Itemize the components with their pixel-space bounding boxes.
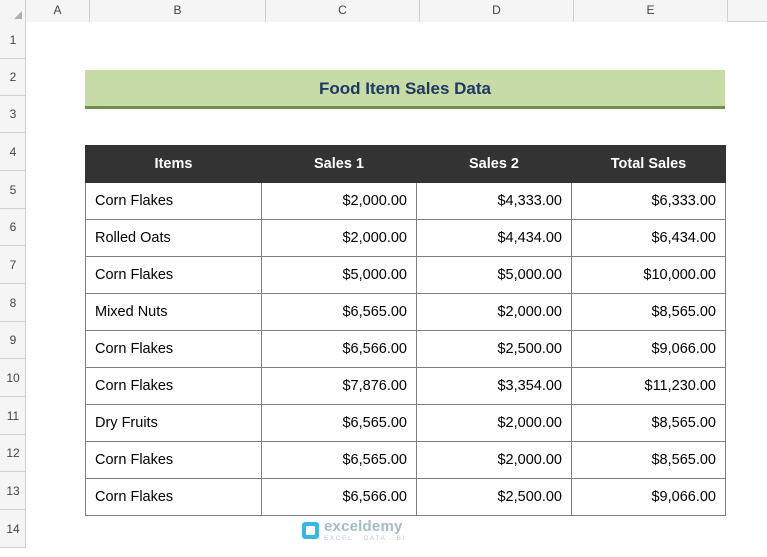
cell-sales1[interactable]: $6,566.00 <box>261 330 417 368</box>
cell-sales2[interactable]: $4,333.00 <box>416 182 572 220</box>
cell-item[interactable]: Dry Fruits <box>85 404 262 442</box>
cell-sales2[interactable]: $4,434.00 <box>416 219 572 257</box>
watermark-text: exceldemy <box>324 518 403 535</box>
table-row[interactable]: Corn Flakes $2,000.00 $4,333.00 $6,333.0… <box>85 182 726 220</box>
cell-total[interactable]: $8,565.00 <box>571 441 726 479</box>
column-header-b[interactable]: B <box>90 0 266 22</box>
cell-sales2[interactable]: $2,000.00 <box>416 293 572 331</box>
cell-sales2[interactable]: $5,000.00 <box>416 256 572 294</box>
cell-total[interactable]: $9,066.00 <box>571 478 726 516</box>
cell-sales1[interactable]: $6,565.00 <box>261 293 417 331</box>
row-header-8[interactable]: 8 <box>0 284 26 322</box>
sales-data-table: Items Sales 1 Sales 2 Total Sales Corn F… <box>85 145 726 516</box>
column-header-d[interactable]: D <box>420 0 574 22</box>
row-header-11[interactable]: 11 <box>0 397 26 435</box>
cell-sales1[interactable]: $7,876.00 <box>261 367 417 405</box>
row-header-13[interactable]: 13 <box>0 472 26 510</box>
table-row[interactable]: Corn Flakes $5,000.00 $5,000.00 $10,000.… <box>85 256 726 294</box>
cell-total[interactable]: $8,565.00 <box>571 293 726 331</box>
title-banner: Food Item Sales Data <box>85 70 725 109</box>
row-header-10[interactable]: 10 <box>0 359 26 397</box>
cell-item[interactable]: Mixed Nuts <box>85 293 262 331</box>
row-header-12[interactable]: 12 <box>0 435 26 472</box>
exceldemy-watermark: exceldemy EXCEL · DATA · BI <box>302 519 406 543</box>
select-all-button[interactable] <box>0 0 26 22</box>
cell-item[interactable]: Corn Flakes <box>85 256 262 294</box>
table-row[interactable]: Mixed Nuts $6,565.00 $2,000.00 $8,565.00 <box>85 293 726 331</box>
column-header-sales-1: Sales 1 <box>261 145 417 183</box>
cell-total[interactable]: $11,230.00 <box>571 367 726 405</box>
row-header-3[interactable]: 3 <box>0 96 26 133</box>
column-header-total-sales: Total Sales <box>571 145 726 183</box>
table-row[interactable]: Corn Flakes $6,566.00 $2,500.00 $9,066.0… <box>85 330 726 368</box>
column-header-row: A B C D E <box>0 0 767 22</box>
cell-total[interactable]: $6,333.00 <box>571 182 726 220</box>
cell-sales1[interactable]: $6,565.00 <box>261 441 417 479</box>
cell-item[interactable]: Corn Flakes <box>85 441 262 479</box>
cell-sales1[interactable]: $5,000.00 <box>261 256 417 294</box>
row-header-1[interactable]: 1 <box>0 22 26 59</box>
cell-sales2[interactable]: $2,000.00 <box>416 404 572 442</box>
cell-item[interactable]: Corn Flakes <box>85 182 262 220</box>
select-all-triangle-icon <box>14 11 22 19</box>
cell-total[interactable]: $8,565.00 <box>571 404 726 442</box>
table-row[interactable]: Dry Fruits $6,565.00 $2,000.00 $8,565.00 <box>85 404 726 442</box>
row-header-9[interactable]: 9 <box>0 322 26 359</box>
row-header-column: 1 2 3 4 5 6 7 8 9 10 11 12 13 14 <box>0 22 26 548</box>
table-row[interactable]: Rolled Oats $2,000.00 $4,434.00 $6,434.0… <box>85 219 726 257</box>
cell-sales1[interactable]: $6,566.00 <box>261 478 417 516</box>
column-header-a[interactable]: A <box>26 0 90 22</box>
column-header-items: Items <box>85 145 262 183</box>
column-header-c[interactable]: C <box>266 0 420 22</box>
cell-item[interactable]: Corn Flakes <box>85 367 262 405</box>
watermark-subtext: EXCEL · DATA · BI <box>324 535 406 542</box>
table-row[interactable]: Corn Flakes $6,565.00 $2,000.00 $8,565.0… <box>85 441 726 479</box>
cell-sales1[interactable]: $6,565.00 <box>261 404 417 442</box>
row-header-2[interactable]: 2 <box>0 59 26 96</box>
cell-total[interactable]: $6,434.00 <box>571 219 726 257</box>
row-header-5[interactable]: 5 <box>0 171 26 209</box>
row-header-14[interactable]: 14 <box>0 510 26 548</box>
cell-item[interactable]: Corn Flakes <box>85 330 262 368</box>
row-header-6[interactable]: 6 <box>0 209 26 246</box>
cell-sales1[interactable]: $2,000.00 <box>261 182 417 220</box>
cell-total[interactable]: $10,000.00 <box>571 256 726 294</box>
exceldemy-logo-icon <box>302 522 319 540</box>
cell-sales2[interactable]: $2,000.00 <box>416 441 572 479</box>
cell-item[interactable]: Corn Flakes <box>85 478 262 516</box>
grid-content-area: Food Item Sales Data Items Sales 1 Sales… <box>26 22 767 557</box>
cell-sales2[interactable]: $3,354.00 <box>416 367 572 405</box>
cell-sales2[interactable]: $2,500.00 <box>416 478 572 516</box>
column-header-e[interactable]: E <box>574 0 728 22</box>
table-row[interactable]: Corn Flakes $7,876.00 $3,354.00 $11,230.… <box>85 367 726 405</box>
cell-sales1[interactable]: $2,000.00 <box>261 219 417 257</box>
row-header-4[interactable]: 4 <box>0 133 26 171</box>
spreadsheet-grid: A B C D E 1 2 3 4 5 6 7 8 9 10 11 12 13 … <box>0 0 767 557</box>
column-header-sales-2: Sales 2 <box>416 145 572 183</box>
cell-item[interactable]: Rolled Oats <box>85 219 262 257</box>
table-row[interactable]: Corn Flakes $6,566.00 $2,500.00 $9,066.0… <box>85 478 726 516</box>
table-header-row: Items Sales 1 Sales 2 Total Sales <box>85 145 726 183</box>
row-header-7[interactable]: 7 <box>0 246 26 284</box>
cell-sales2[interactable]: $2,500.00 <box>416 330 572 368</box>
cell-total[interactable]: $9,066.00 <box>571 330 726 368</box>
